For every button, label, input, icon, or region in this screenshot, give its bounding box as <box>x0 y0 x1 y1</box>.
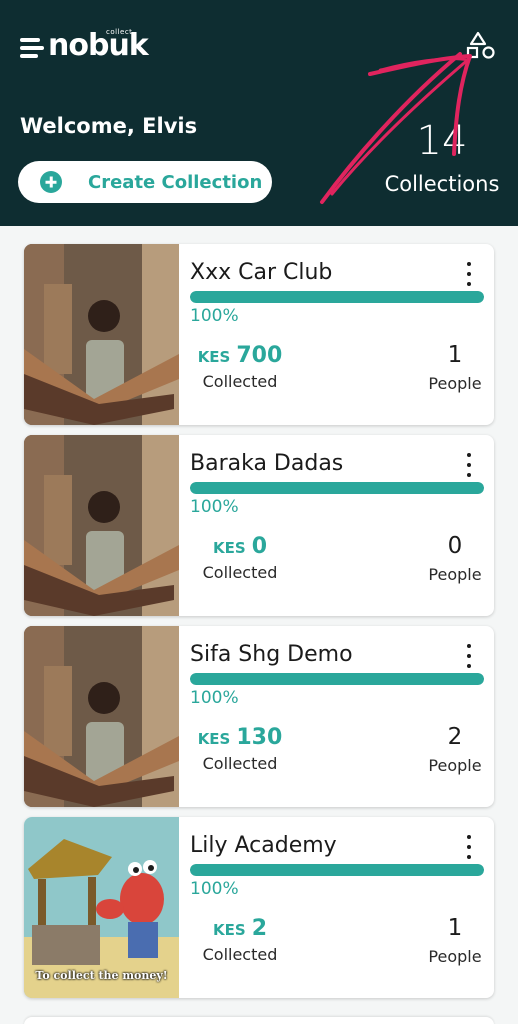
logo-mark-icon <box>20 34 44 62</box>
currency: KES <box>197 348 231 366</box>
currency: KES <box>213 539 246 557</box>
currency: KES <box>213 921 246 939</box>
kebab-menu-icon[interactable] <box>460 835 478 859</box>
collected-label: Collected <box>202 372 278 391</box>
collection-card[interactable]: Sifa Shg Demo 100% KES 130 Collected 2 Pe… <box>24 626 494 807</box>
people-count: 2 <box>447 724 463 750</box>
progress-fill <box>190 864 484 876</box>
amount-value: 2 <box>251 916 267 941</box>
progress-percent: 100% <box>190 306 239 326</box>
plus-circle-icon <box>40 171 62 193</box>
amount-collected: KES 130 <box>190 725 290 750</box>
progress-bar <box>190 482 484 494</box>
collection-thumbnail <box>24 626 179 807</box>
people-label: People <box>428 374 482 393</box>
collection-title: Baraka Dadas <box>190 451 344 476</box>
shapes-settings-icon[interactable] <box>466 30 496 62</box>
kebab-menu-icon[interactable] <box>460 644 478 668</box>
collection-title: Lily Academy <box>190 833 337 858</box>
people-count: 1 <box>447 915 463 941</box>
collection-card[interactable]: Xxx Car Club 100% KES 700 Collected 1 Peo… <box>24 244 494 425</box>
header: nobuk collect Welcome, Elvis Create Coll… <box>0 0 518 226</box>
progress-fill <box>190 291 484 303</box>
collection-title: Xxx Car Club <box>190 260 333 285</box>
collection-thumbnail <box>24 435 179 616</box>
amount-collected: KES 700 <box>190 343 290 368</box>
progress-percent: 100% <box>190 879 239 899</box>
amount-collected: KES 0 <box>190 534 290 559</box>
collection-card-partial[interactable] <box>24 1017 494 1024</box>
create-collection-button[interactable]: Create Collection <box>18 161 272 203</box>
people-count: 1 <box>447 342 463 368</box>
collected-label: Collected <box>202 563 278 582</box>
collections-count: 14 <box>416 118 468 164</box>
progress-percent: 100% <box>190 688 239 708</box>
logo-text: nobuk <box>48 28 149 63</box>
collection-card[interactable]: To collect the money! Lily Academy 100% … <box>24 817 494 998</box>
people-label: People <box>428 756 482 775</box>
kebab-menu-icon[interactable] <box>460 262 478 286</box>
people-label: People <box>428 565 482 584</box>
amount-collected: KES 2 <box>190 916 290 941</box>
progress-percent: 100% <box>190 497 239 517</box>
collection-title: Sifa Shg Demo <box>190 642 353 667</box>
collection-card[interactable]: Baraka Dadas 100% KES 0 Collected 0 Peopl… <box>24 435 494 616</box>
thumbnail-caption: To collect the money! <box>35 969 168 982</box>
amount-value: 700 <box>236 343 283 368</box>
people-label: People <box>428 947 482 966</box>
logo-subtext: collect <box>106 28 133 36</box>
progress-fill <box>190 482 484 494</box>
welcome-text: Welcome, Elvis <box>20 114 198 138</box>
collection-thumbnail <box>24 244 179 425</box>
collected-label: Collected <box>202 754 278 773</box>
kebab-menu-icon[interactable] <box>460 453 478 477</box>
collected-label: Collected <box>202 945 278 964</box>
people-count: 0 <box>447 533 463 559</box>
progress-bar <box>190 291 484 303</box>
currency: KES <box>197 730 231 748</box>
progress-bar <box>190 673 484 685</box>
amount-value: 0 <box>251 534 267 559</box>
collections-label: Collections <box>384 172 500 196</box>
amount-value: 130 <box>236 725 283 750</box>
progress-fill <box>190 673 484 685</box>
progress-bar <box>190 864 484 876</box>
create-collection-label: Create Collection <box>88 171 263 193</box>
